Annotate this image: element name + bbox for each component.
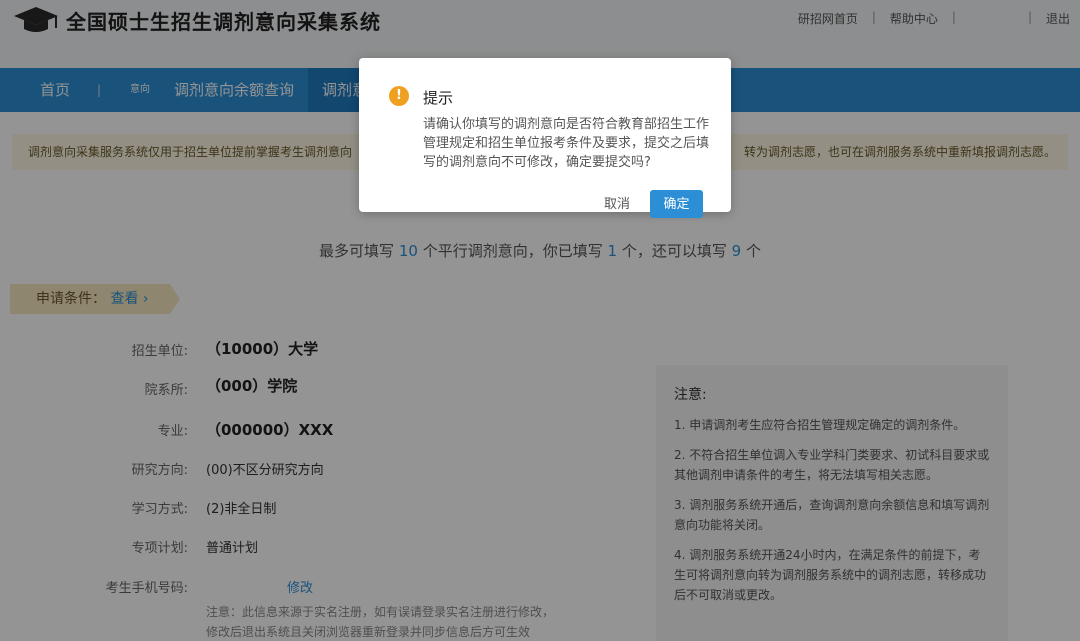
dialog-title: 提示	[423, 89, 454, 107]
confirm-dialog: ! 提示 请确认你填写的调剂意向是否符合教育部招生工作管理规定和招生单位报考条件…	[359, 58, 731, 218]
warning-icon: !	[389, 86, 409, 106]
cancel-button[interactable]: 取消	[595, 190, 639, 218]
confirm-button[interactable]: 确定	[650, 190, 703, 218]
dialog-message: 请确认你填写的调剂意向是否符合教育部招生工作管理规定和招生单位报考条件及要求，提…	[423, 117, 710, 170]
